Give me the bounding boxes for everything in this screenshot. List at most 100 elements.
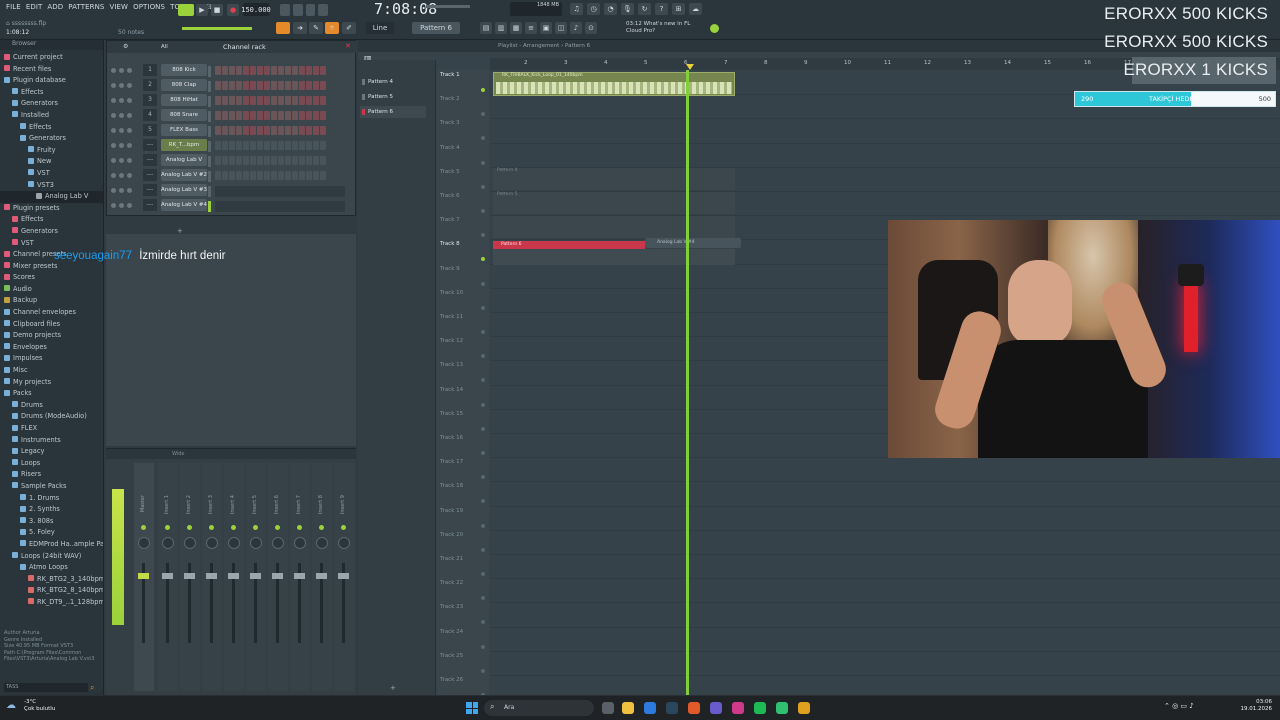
channel-name-button[interactable]: Analog Lab V #4 xyxy=(161,199,207,211)
mixer-strip[interactable]: Insert 2 xyxy=(180,463,200,691)
step-button[interactable] xyxy=(215,96,221,105)
step-button[interactable] xyxy=(313,141,319,150)
audio-clip[interactable]: RK_TRIBALK_Kick_Loop_01_140bpm xyxy=(493,72,735,96)
mixer-strip[interactable]: Insert 7 xyxy=(290,463,310,691)
browser-item[interactable]: Channel envelopes xyxy=(0,307,103,319)
track-mute-led[interactable] xyxy=(481,112,485,117)
gear-icon[interactable]: ⚙ xyxy=(123,43,128,50)
step-button[interactable] xyxy=(285,141,291,150)
browser-item[interactable]: Effects xyxy=(0,87,103,99)
snap-mode-select[interactable]: Line xyxy=(366,22,394,34)
mixer-mute-led[interactable] xyxy=(141,525,146,530)
channel-mixer-track[interactable]: --- xyxy=(143,154,157,166)
pattern-clip-6-body[interactable] xyxy=(493,249,735,265)
step-button[interactable] xyxy=(250,81,256,90)
step-button[interactable] xyxy=(243,126,249,135)
step-button[interactable] xyxy=(229,171,235,180)
step-button[interactable] xyxy=(299,111,305,120)
browser-item[interactable]: Envelopes xyxy=(0,342,103,354)
track-label[interactable]: Track 6 xyxy=(440,193,460,199)
pattern-clip-5[interactable]: Pattern 5 xyxy=(493,192,735,214)
mixer-mute-led[interactable] xyxy=(231,525,236,530)
browser-item[interactable]: Current project xyxy=(0,52,103,64)
step-button[interactable] xyxy=(250,141,256,150)
playhead-marker-icon[interactable] xyxy=(686,64,694,70)
pattern-list-item[interactable]: Pattern 4 xyxy=(360,76,426,88)
record-button[interactable]: ● xyxy=(227,4,239,16)
channel-mute-led[interactable] xyxy=(111,113,132,118)
channel-name-button[interactable]: 808 Clap xyxy=(161,79,207,91)
step-button[interactable] xyxy=(222,111,228,120)
step-button[interactable] xyxy=(271,141,277,150)
countdown-icon[interactable]: ◔ xyxy=(604,3,617,15)
track-mute-led[interactable] xyxy=(481,354,485,359)
step-button[interactable] xyxy=(243,81,249,90)
step-button[interactable] xyxy=(285,66,291,75)
track-label[interactable]: Track 9 xyxy=(440,266,460,272)
step-button[interactable] xyxy=(271,96,277,105)
step-button[interactable] xyxy=(299,156,305,165)
metronome-icon[interactable]: ♫ xyxy=(570,3,583,15)
channel-row[interactable]: 4 808 Snare xyxy=(107,109,357,124)
volume-fader[interactable] xyxy=(206,563,217,643)
stop-button[interactable]: ■ xyxy=(211,4,223,16)
step-button[interactable] xyxy=(236,171,242,180)
channel-row[interactable]: --- RK_T...bpm xyxy=(107,139,357,154)
search-icon[interactable]: ⌕ xyxy=(90,683,99,692)
step-button[interactable] xyxy=(222,126,228,135)
browser-item[interactable]: Mixer presets xyxy=(0,261,103,273)
browser-item[interactable]: FLEX xyxy=(0,423,103,435)
step-button[interactable] xyxy=(278,141,284,150)
channel-mute-led[interactable] xyxy=(111,143,132,148)
track-label[interactable]: Track 26 xyxy=(440,677,463,683)
channel-name-button[interactable]: Analog Lab V #3 xyxy=(161,184,207,196)
channel-mute-led[interactable] xyxy=(111,98,132,103)
track-mute-led[interactable] xyxy=(481,305,485,310)
track-label[interactable]: Track 16 xyxy=(440,435,463,441)
track-mute-led[interactable] xyxy=(481,136,485,141)
channel-select-indicator[interactable] xyxy=(208,201,211,212)
track-mute-led[interactable] xyxy=(481,233,485,238)
step-button[interactable] xyxy=(306,111,312,120)
step-button[interactable] xyxy=(278,126,284,135)
step-button[interactable] xyxy=(236,66,242,75)
step-button[interactable] xyxy=(271,156,277,165)
browser-item[interactable]: Plugin presets xyxy=(0,203,103,215)
step-button[interactable] xyxy=(299,141,305,150)
playhead[interactable] xyxy=(686,70,689,695)
news-panel[interactable]: 03:12 What's new in FL Cloud Pro? xyxy=(626,21,690,35)
step-button[interactable] xyxy=(243,66,249,75)
mic-icon[interactable]: 🎙 xyxy=(621,3,634,15)
pattern-clip-ghost[interactable] xyxy=(493,216,735,238)
channel-mixer-track[interactable]: --- xyxy=(143,139,157,151)
step-button[interactable] xyxy=(229,66,235,75)
browser-item[interactable]: Clipboard files xyxy=(0,319,103,331)
magnet-icon[interactable]: ⌾ xyxy=(325,22,339,34)
channel-mixer-track[interactable]: 4 xyxy=(143,109,157,121)
step-button[interactable] xyxy=(229,156,235,165)
step-button[interactable] xyxy=(264,156,270,165)
plugin-picker-icon[interactable]: ◫ xyxy=(555,22,567,34)
mixer-strip[interactable]: Master xyxy=(134,463,154,691)
mixer-strip[interactable]: Insert 5 xyxy=(246,463,266,691)
spotify-icon[interactable] xyxy=(754,702,766,714)
step-sequencer[interactable] xyxy=(215,156,326,165)
browser-item[interactable]: New xyxy=(0,156,103,168)
step-button[interactable] xyxy=(257,81,263,90)
step-button[interactable] xyxy=(292,156,298,165)
pan-knob[interactable] xyxy=(294,537,306,549)
step-button[interactable] xyxy=(285,126,291,135)
wait-icon[interactable]: ◷ xyxy=(587,3,600,15)
step-button[interactable] xyxy=(285,81,291,90)
step-button[interactable] xyxy=(229,141,235,150)
pan-knob[interactable] xyxy=(206,537,218,549)
step-button[interactable] xyxy=(250,126,256,135)
track-mute-led[interactable] xyxy=(481,451,485,455)
track-mute-led[interactable] xyxy=(481,257,485,262)
step-button[interactable] xyxy=(222,66,228,75)
step-button[interactable] xyxy=(313,66,319,75)
step-button[interactable] xyxy=(215,66,221,75)
browser-item[interactable]: Loops xyxy=(0,458,103,470)
browser-item[interactable]: Recent files xyxy=(0,64,103,76)
step-button[interactable] xyxy=(306,96,312,105)
